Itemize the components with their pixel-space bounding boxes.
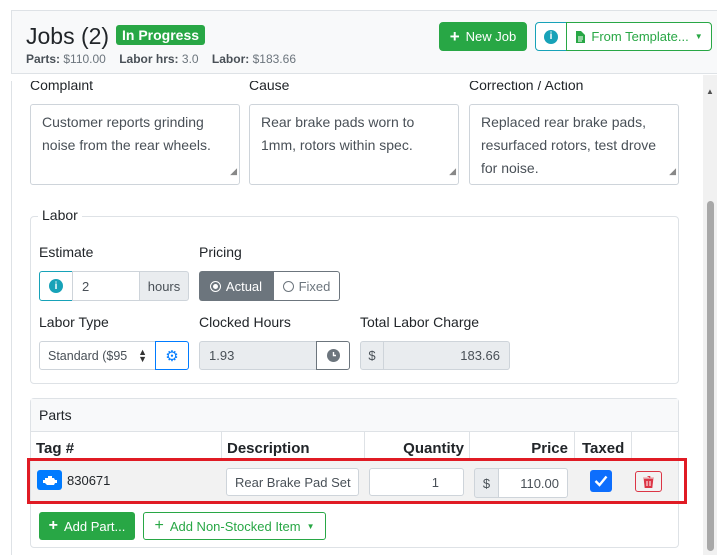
estimate-value: 2 — [82, 278, 90, 294]
col-taxed-header: Taxed — [582, 440, 625, 457]
cause-text: Rear brake pads worn to 1mm, rotors with… — [261, 114, 415, 153]
labor-type-select[interactable]: Standard ($95 ▲ ▼ — [39, 341, 156, 370]
info-icon: i — [49, 279, 63, 293]
labor-type-label: Labor Type — [39, 314, 109, 330]
resize-handle-icon[interactable]: ◢ — [230, 160, 237, 183]
currency-addon: $ — [360, 341, 384, 370]
plus-icon: + — [154, 517, 164, 534]
col-tag-header: Tag # — [36, 440, 75, 457]
plus-icon: + — [449, 26, 460, 46]
labor-type-value: Standard ($95 — [48, 348, 128, 363]
new-job-button[interactable]: + New Job — [439, 22, 527, 51]
pricing-fixed-option[interactable]: Fixed — [273, 271, 340, 301]
labor-hrs-summary-label: Labor hrs: — [119, 52, 179, 66]
labor-summary-value: $183.66 — [252, 52, 296, 66]
status-badge: In Progress — [116, 25, 206, 45]
scrollbar-thumb[interactable] — [707, 201, 714, 551]
radio-unchecked-icon — [282, 280, 294, 292]
from-template-dropdown[interactable]: From Template... ▼ — [566, 22, 712, 51]
add-non-stocked-label: Add Non-Stocked Item — [169, 518, 301, 534]
highlighted-part-row — [27, 458, 687, 504]
pricing-fixed-label: Fixed — [298, 278, 331, 294]
correction-textarea[interactable]: Replaced rear brake pads, resurfaced rot… — [469, 104, 679, 185]
clocked-hours-input: 1.93 — [199, 341, 317, 370]
clock-icon — [326, 349, 340, 362]
total-labor-charge-value: 183.66 — [460, 348, 500, 363]
col-description-header: Description — [227, 440, 310, 457]
cause-textarea[interactable]: Rear brake pads worn to 1mm, rotors with… — [249, 104, 459, 185]
add-part-button[interactable]: + Add Part... — [39, 512, 135, 540]
col-price-header: Price — [531, 440, 568, 457]
complaint-textarea[interactable]: Customer reports grinding noise from the… — [30, 104, 240, 185]
estimate-unit: hours — [139, 271, 189, 301]
total-labor-charge-label: Total Labor Charge — [360, 314, 480, 330]
correction-text: Replaced rear brake pads, resurfaced rot… — [481, 114, 657, 176]
caret-down-icon: ▼ — [694, 32, 703, 41]
parts-title: Parts — [39, 407, 72, 423]
parts-card-header: Parts — [31, 399, 678, 432]
complaint-text: Customer reports grinding noise from the… — [42, 114, 211, 153]
scroll-up-arrow-icon[interactable]: ▲ — [706, 87, 714, 96]
select-arrows-icon: ▲ ▼ — [138, 346, 147, 364]
add-non-stocked-item-button[interactable]: + Add Non-Stocked Item ▼ — [143, 512, 326, 540]
col-quantity-header: Quantity — [403, 440, 464, 457]
labor-type-settings-button[interactable]: ⚙ — [155, 341, 189, 370]
parts-summary-label: Parts: — [26, 52, 61, 66]
estimate-label: Estimate — [39, 244, 94, 260]
caret-down-icon: ▼ — [306, 521, 315, 531]
estimate-info-button[interactable]: i — [39, 271, 73, 301]
vertical-scrollbar[interactable]: ▲ — [703, 75, 717, 555]
job-info-button[interactable]: i — [535, 22, 567, 51]
labor-summary-label: Labor: — [211, 52, 250, 66]
clock-button[interactable] — [316, 341, 350, 370]
plus-icon: + — [48, 517, 58, 534]
radio-checked-icon — [209, 280, 221, 292]
clocked-hours-value: 1.93 — [209, 348, 235, 363]
info-icon: i — [544, 29, 558, 44]
labor-legend: Labor — [38, 207, 82, 223]
document-icon — [576, 30, 586, 43]
estimate-input[interactable]: 2 — [72, 271, 140, 301]
total-labor-charge-input: 183.66 — [383, 341, 510, 370]
pricing-label: Pricing — [199, 244, 242, 260]
clocked-hours-label: Clocked Hours — [199, 314, 291, 330]
from-template-label: From Template... — [591, 29, 689, 44]
labor-hrs-summary-value: 3.0 — [181, 52, 199, 66]
page-title: Jobs (2) — [26, 23, 110, 49]
parts-summary-value: $110.00 — [63, 52, 106, 66]
job-summary: Parts: $110.00 Labor hrs: 3.0 Labor: $18… — [26, 52, 296, 66]
new-job-label: New Job — [465, 29, 517, 44]
add-part-label: Add Part... — [63, 518, 126, 534]
resize-handle-icon[interactable]: ◢ — [669, 160, 676, 183]
resize-handle-icon[interactable]: ◢ — [449, 160, 456, 183]
pricing-actual-option[interactable]: Actual — [199, 271, 273, 301]
gear-icon: ⚙ — [165, 347, 179, 365]
pricing-actual-label: Actual — [225, 278, 263, 294]
